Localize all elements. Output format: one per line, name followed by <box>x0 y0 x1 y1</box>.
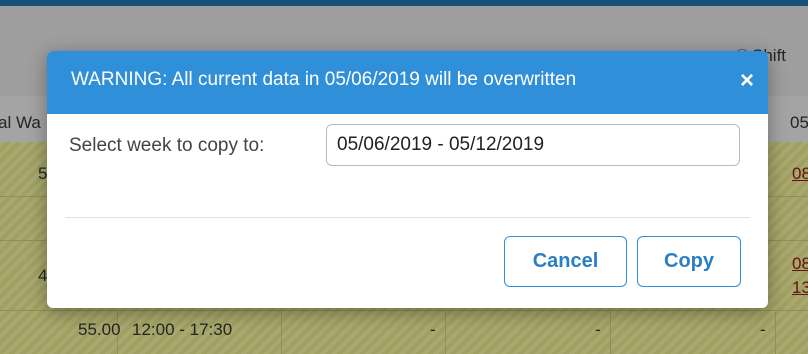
copy-week-dialog: WARNING: All current data in 05/06/2019 … <box>47 51 768 308</box>
dialog-header: WARNING: All current data in 05/06/2019 … <box>47 51 768 114</box>
copy-button[interactable]: Copy <box>637 236 741 287</box>
dialog-title: WARNING: All current data in 05/06/2019 … <box>71 69 577 90</box>
dialog-footer-divider <box>65 217 750 218</box>
cancel-button[interactable]: Cancel <box>504 236 627 287</box>
week-range-input[interactable] <box>326 124 740 166</box>
select-week-label: Select week to copy to: <box>69 135 265 156</box>
close-icon[interactable]: × <box>740 67 754 95</box>
